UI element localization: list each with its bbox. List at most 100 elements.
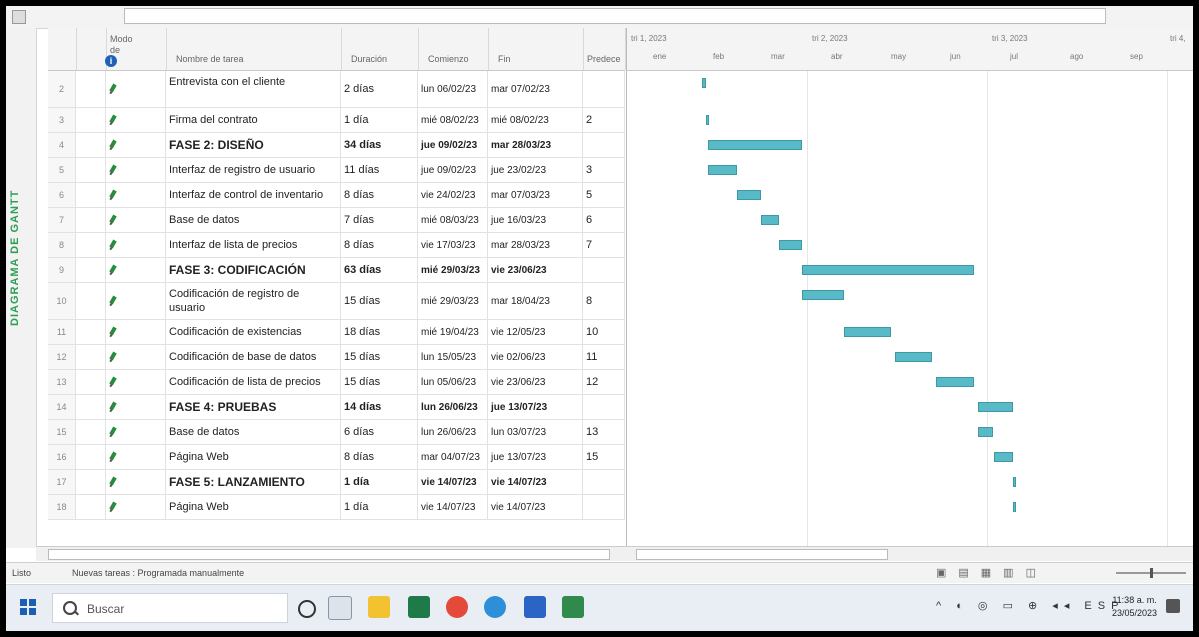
end-cell[interactable]: vie 14/07/23 — [488, 495, 583, 519]
start-cell[interactable]: vie 14/07/23 — [418, 470, 488, 494]
predecessor-cell[interactable] — [583, 133, 625, 157]
task-mode-cell[interactable] — [106, 320, 166, 344]
duration-cell[interactable]: 6 días — [341, 420, 418, 444]
gantt-bar[interactable] — [707, 140, 803, 150]
gantt-bar[interactable] — [701, 78, 706, 88]
predecessor-cell[interactable] — [583, 71, 625, 107]
duration-cell[interactable]: 8 días — [341, 183, 418, 207]
table-row[interactable]: 18 Página Web 1 día vie 14/07/23 vie 14/07/2… — [48, 495, 625, 520]
duration-cell[interactable]: 18 días — [341, 320, 418, 344]
header-start[interactable]: Comienzo — [418, 28, 489, 70]
end-cell[interactable]: jue 13/07/23 — [488, 395, 583, 419]
end-cell[interactable]: vie 02/06/23 — [488, 345, 583, 369]
header-end[interactable]: Fin — [488, 28, 584, 70]
start-cell[interactable]: lun 06/02/23 — [418, 71, 488, 107]
task-name-cell[interactable]: Entrevista con el cliente — [166, 71, 341, 107]
start-cell[interactable]: lun 26/06/23 — [418, 420, 488, 444]
edge-icon[interactable] — [484, 596, 506, 618]
predecessor-cell[interactable]: 13 — [583, 420, 625, 444]
task-name-cell[interactable]: Base de datos — [166, 420, 341, 444]
duration-cell[interactable]: 15 días — [341, 345, 418, 369]
task-name-cell[interactable]: Codificación de existencias — [166, 320, 341, 344]
gantt-bar[interactable] — [993, 452, 1014, 462]
task-mode-cell[interactable] — [106, 420, 166, 444]
duration-cell[interactable]: 8 días — [341, 233, 418, 257]
task-name-cell[interactable]: Firma del contrato — [166, 108, 341, 132]
chrome-icon[interactable] — [446, 596, 468, 618]
table-row[interactable]: 16 Página Web 8 días mar 04/07/23 jue 13/07/… — [48, 445, 625, 470]
header-mode[interactable]: Modo de — [106, 28, 167, 70]
table-row[interactable]: 6 Interfaz de control de inventario 8 días… — [48, 183, 625, 208]
task-mode-cell[interactable] — [106, 71, 166, 107]
end-cell[interactable]: mar 28/03/23 — [488, 133, 583, 157]
header-name[interactable]: Nombre de tarea — [166, 28, 342, 70]
predecessor-cell[interactable] — [583, 258, 625, 282]
duration-cell[interactable]: 7 días — [341, 208, 418, 232]
predecessor-cell[interactable]: 2 — [583, 108, 625, 132]
table-row[interactable]: 8 Interfaz de lista de precios 8 días vie 1… — [48, 233, 625, 258]
start-cell[interactable]: mié 19/04/23 — [418, 320, 488, 344]
system-tray[interactable]: ^ ◐ ◎ ▭ ⊕ ◂◂ ESP — [936, 599, 1124, 612]
end-cell[interactable]: lun 03/07/23 — [488, 420, 583, 444]
file-explorer-icon[interactable] — [368, 596, 390, 618]
gantt-bar[interactable] — [707, 165, 738, 175]
duration-cell[interactable]: 8 días — [341, 445, 418, 469]
predecessor-cell[interactable]: 7 — [583, 233, 625, 257]
end-cell[interactable]: mar 18/04/23 — [488, 283, 583, 319]
duration-cell[interactable]: 11 días — [341, 158, 418, 182]
duration-cell[interactable]: 34 días — [341, 133, 418, 157]
duration-cell[interactable]: 15 días — [341, 370, 418, 394]
task-name-cell[interactable]: FASE 5: LANZAMIENTO — [166, 470, 341, 494]
predecessor-cell[interactable]: 3 — [583, 158, 625, 182]
store-icon[interactable] — [408, 596, 430, 618]
task-mode-cell[interactable] — [106, 233, 166, 257]
task-mode-cell[interactable] — [106, 495, 166, 519]
end-cell[interactable]: mar 28/03/23 — [488, 233, 583, 257]
zoom-slider[interactable] — [1116, 568, 1186, 578]
table-row[interactable]: 14 FASE 4: PRUEBAS 14 días lun 26/06/23 jue … — [48, 395, 625, 420]
task-name-cell[interactable]: Codificación de base de datos — [166, 345, 341, 369]
task-mode-cell[interactable] — [106, 158, 166, 182]
gantt-bar[interactable] — [977, 402, 1014, 412]
duration-cell[interactable]: 15 días — [341, 283, 418, 319]
duration-cell[interactable]: 14 días — [341, 395, 418, 419]
task-name-cell[interactable]: Interfaz de control de inventario — [166, 183, 341, 207]
gantt-bar[interactable] — [802, 290, 844, 300]
duration-cell[interactable]: 1 día — [341, 108, 418, 132]
task-name-cell[interactable]: FASE 3: CODIFICACIÓN — [166, 258, 341, 282]
header-duration[interactable]: Duración — [341, 28, 419, 70]
start-cell[interactable]: mar 04/07/23 — [418, 445, 488, 469]
view-shortcuts[interactable]: ▣▤▦▥◫ — [936, 566, 1048, 579]
end-cell[interactable]: jue 13/07/23 — [488, 445, 583, 469]
task-name-cell[interactable]: Página Web — [166, 445, 341, 469]
notifications-icon[interactable] — [1166, 599, 1180, 613]
table-row[interactable]: 10 Codificación de registro de usuario 15 … — [48, 283, 625, 320]
start-cell[interactable]: mié 29/03/23 — [418, 283, 488, 319]
start-cell[interactable]: mié 29/03/23 — [418, 258, 488, 282]
start-cell[interactable]: vie 24/02/23 — [418, 183, 488, 207]
gantt-bar[interactable] — [936, 377, 974, 387]
table-row[interactable]: 9 FASE 3: CODIFICACIÓN 63 días mié 29/03/23… — [48, 258, 625, 283]
gantt-bar[interactable] — [778, 240, 803, 250]
predecessor-cell[interactable]: 11 — [583, 345, 625, 369]
task-name-cell[interactable]: Codificación de lista de precios — [166, 370, 341, 394]
task-name-cell[interactable]: FASE 4: PRUEBAS — [166, 395, 341, 419]
predecessor-cell[interactable]: 6 — [583, 208, 625, 232]
windows-start-icon[interactable] — [20, 599, 36, 615]
start-cell[interactable]: vie 14/07/23 — [418, 495, 488, 519]
horizontal-scrollbar[interactable] — [36, 546, 1193, 561]
header-predecessors[interactable]: Predece — [583, 28, 626, 70]
start-cell[interactable]: mié 08/03/23 — [418, 208, 488, 232]
duration-cell[interactable]: 1 día — [341, 495, 418, 519]
predecessor-cell[interactable]: 15 — [583, 445, 625, 469]
duration-cell[interactable]: 63 días — [341, 258, 418, 282]
predecessor-cell[interactable]: 10 — [583, 320, 625, 344]
task-name-cell[interactable]: Base de datos — [166, 208, 341, 232]
gantt-bar[interactable] — [802, 265, 974, 275]
task-view-icon[interactable] — [328, 596, 352, 620]
end-cell[interactable]: vie 14/07/23 — [488, 470, 583, 494]
end-cell[interactable]: mar 07/02/23 — [488, 71, 583, 107]
start-cell[interactable]: jue 09/02/23 — [418, 158, 488, 182]
gantt-bar[interactable] — [1013, 477, 1017, 487]
gantt-bar[interactable] — [761, 215, 779, 225]
